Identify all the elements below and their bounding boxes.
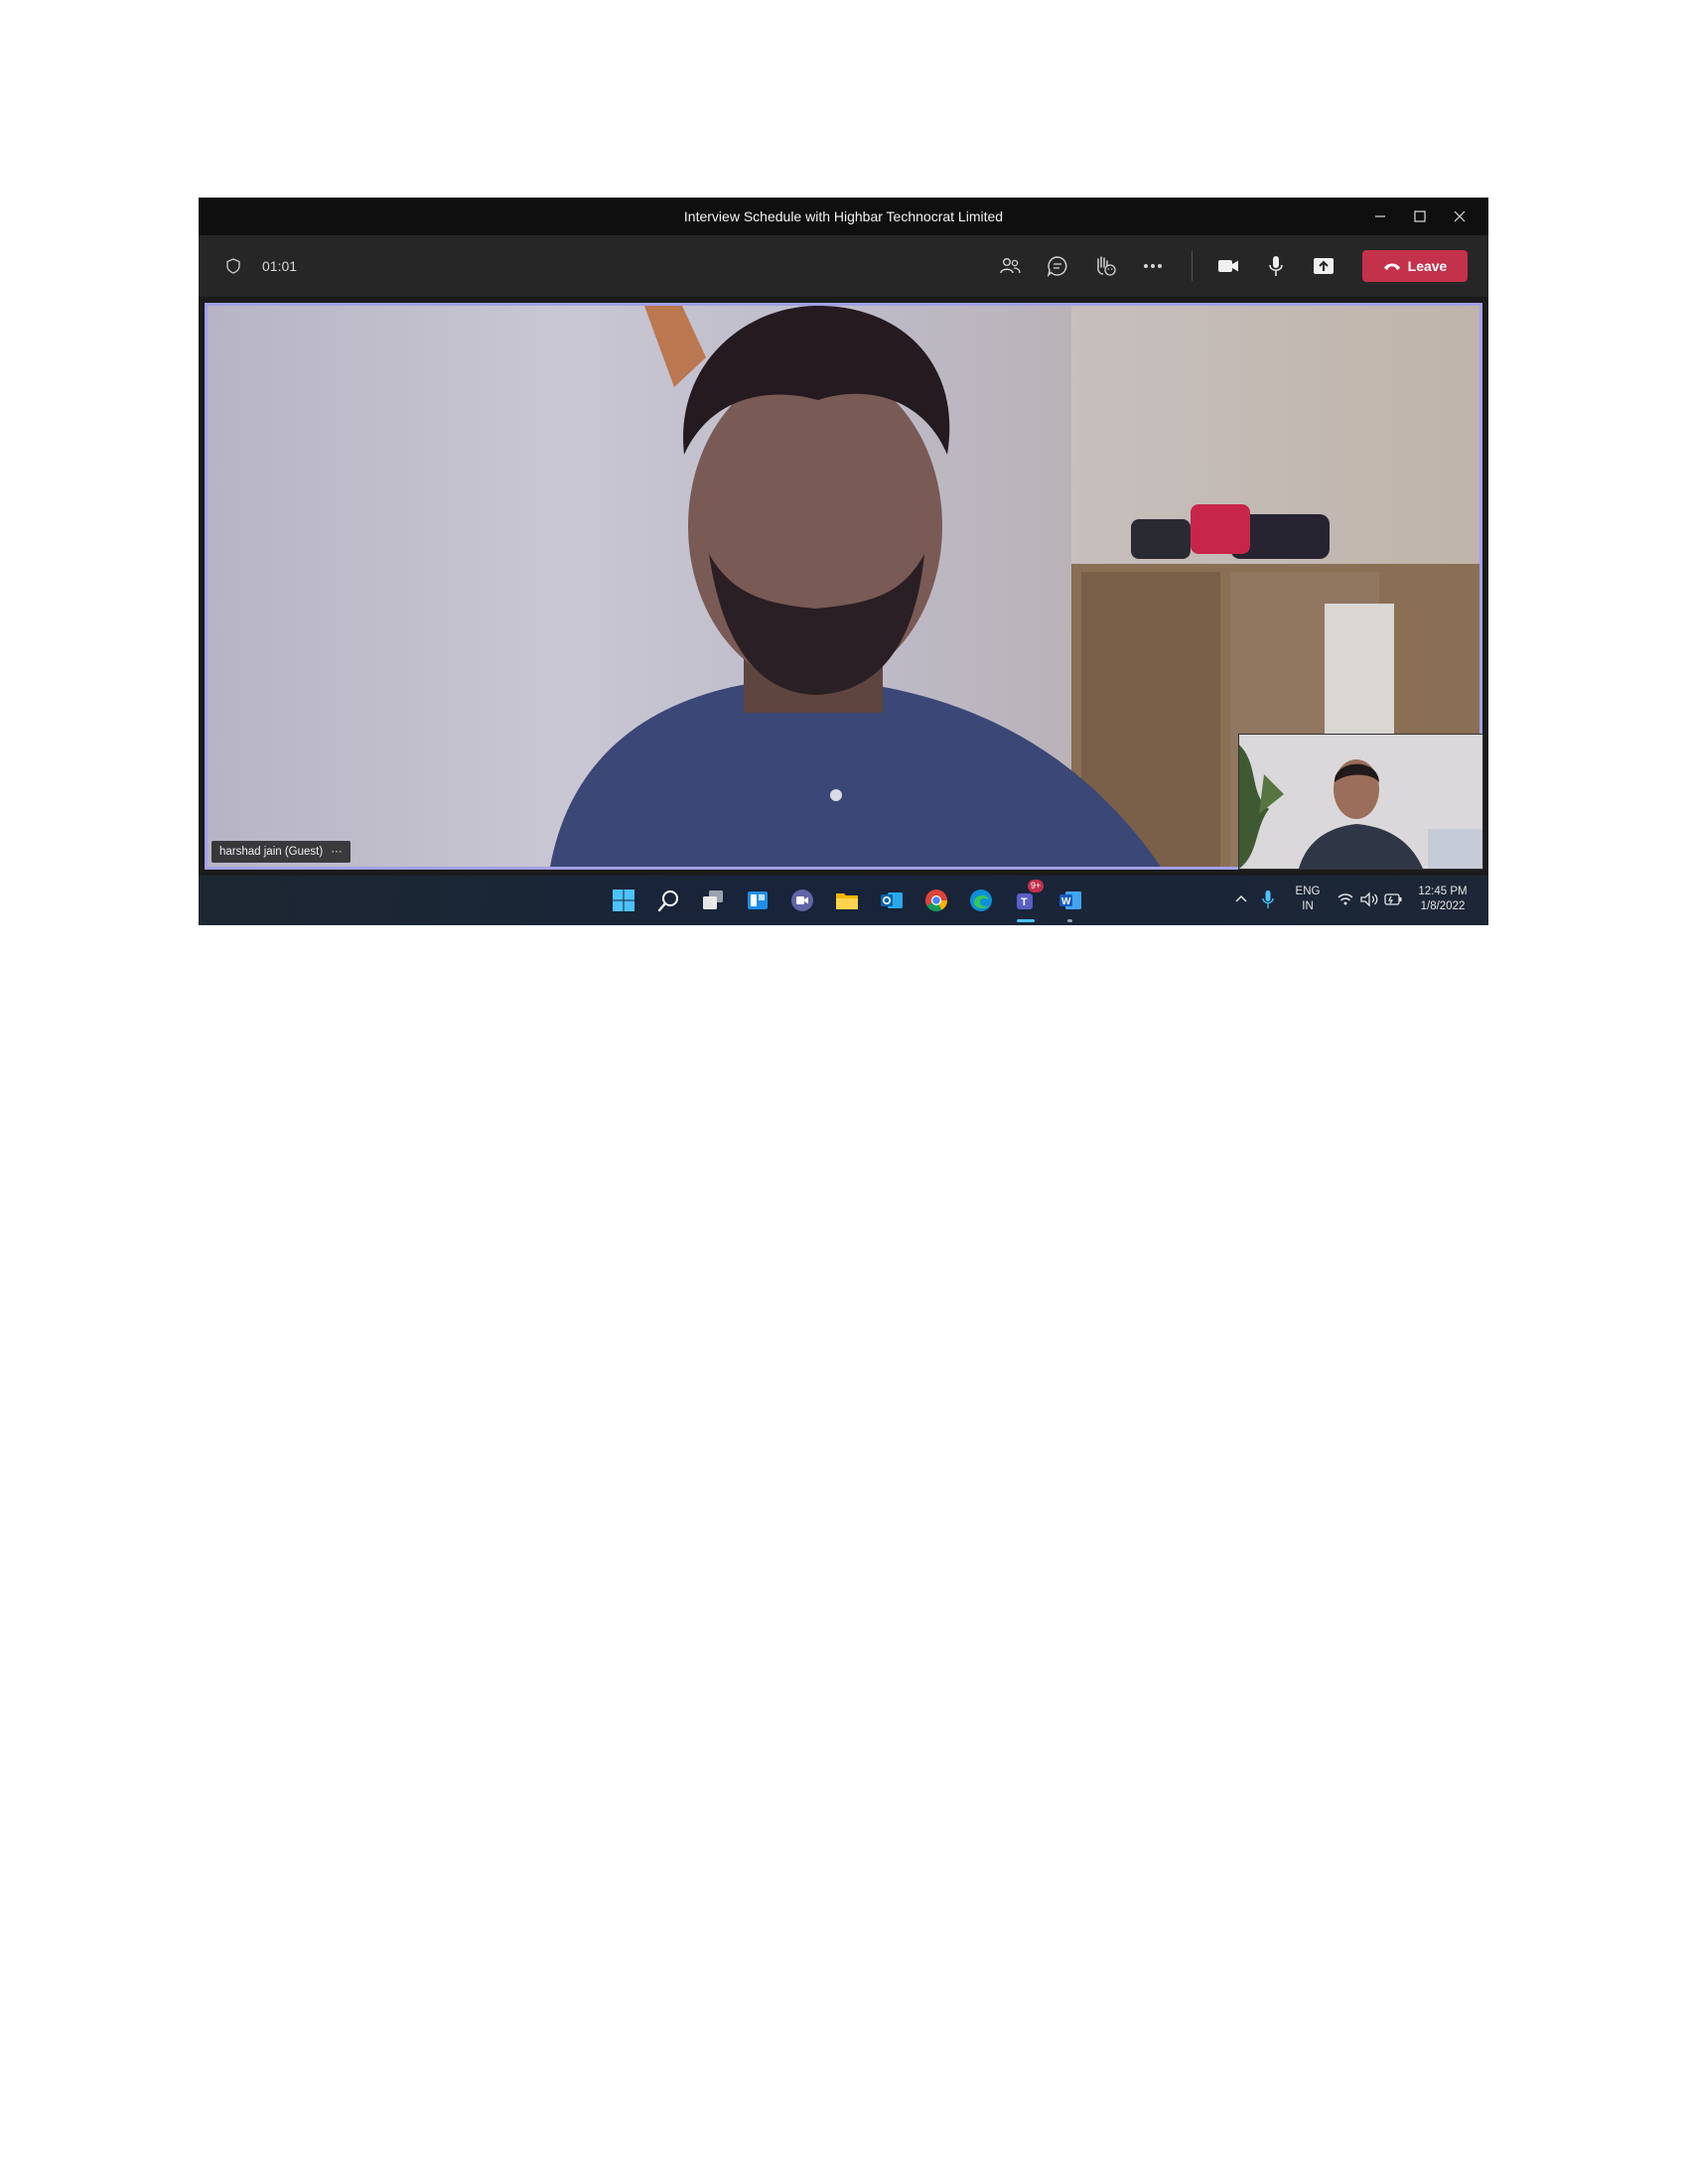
meeting-timer: 01:01 (262, 258, 298, 274)
more-options-button[interactable] (1137, 250, 1169, 282)
maximize-icon (1414, 210, 1426, 222)
leave-button[interactable]: Leave (1362, 250, 1468, 282)
task-view-button[interactable] (698, 886, 728, 915)
show-hidden-icons-icon[interactable] (1234, 893, 1248, 903)
close-button[interactable] (1440, 198, 1479, 235)
share-screen-icon (1314, 258, 1334, 274)
minimize-button[interactable] (1360, 198, 1400, 235)
clock-time: 12:45 PM (1418, 886, 1468, 897)
participant-nameplate[interactable]: harshad jain (Guest) ··· (211, 841, 351, 863)
participant-more-icon[interactable]: ··· (331, 846, 343, 858)
language-code: ENG (1295, 886, 1321, 897)
reactions-icon (1097, 256, 1116, 276)
microphone-in-use-icon[interactable] (1262, 889, 1274, 909)
camera-button[interactable] (1212, 250, 1244, 282)
word-running-indicator (1067, 919, 1072, 922)
teams-chat-button[interactable] (787, 886, 817, 915)
reactions-button[interactable] (1089, 250, 1121, 282)
outlook-button[interactable] (877, 886, 907, 915)
svg-text:T: T (1021, 896, 1028, 908)
chrome-icon (925, 889, 947, 911)
title-bar: Interview Schedule with Highbar Technocr… (199, 198, 1488, 235)
task-view-icon (703, 890, 723, 909)
svg-text:W: W (1061, 896, 1071, 907)
share-screen-button[interactable] (1308, 250, 1339, 282)
participants-button[interactable] (994, 250, 1026, 282)
search-icon (657, 890, 678, 912)
close-icon (1454, 210, 1466, 222)
phone-hangup-icon (1383, 263, 1400, 270)
outlook-icon (881, 892, 903, 908)
clock[interactable]: 12:45 PM 1/8/2022 (1410, 885, 1476, 914)
edge-button[interactable] (966, 886, 996, 915)
wifi-icon[interactable] (1337, 892, 1353, 906)
leave-label: Leave (1407, 258, 1448, 274)
search-button[interactable] (653, 886, 683, 915)
start-button[interactable] (609, 886, 638, 915)
word-button[interactable]: W (1055, 886, 1085, 922)
meeting-toolbar: 01:01 Leave (199, 235, 1488, 297)
minimize-icon (1375, 215, 1385, 217)
window-title: Interview Schedule with Highbar Technocr… (683, 208, 1004, 224)
microphone-icon (1269, 256, 1283, 276)
chat-icon (1047, 256, 1067, 277)
maximize-button[interactable] (1400, 198, 1440, 235)
teams-notification-badge: 9+ (1028, 880, 1045, 892)
file-explorer-icon (836, 893, 858, 909)
participant-name: harshad jain (Guest) (219, 846, 324, 858)
battery-icon[interactable] (1384, 892, 1402, 906)
edge-icon (970, 889, 992, 911)
teams-chat-icon (791, 889, 813, 911)
teams-button[interactable]: T 9+ (1011, 880, 1045, 922)
microphone-button[interactable] (1260, 250, 1292, 282)
input-language[interactable]: ENG IN (1292, 885, 1324, 914)
camera-icon (1218, 260, 1238, 272)
self-view-video[interactable] (1238, 734, 1483, 870)
clock-date: 1/8/2022 (1420, 900, 1466, 912)
shield-icon[interactable] (226, 258, 240, 274)
self-view-feed (1239, 735, 1482, 869)
windows-start-icon (613, 889, 634, 911)
widgets-button[interactable] (743, 886, 773, 915)
chat-button[interactable] (1042, 250, 1073, 282)
more-options-icon (1144, 264, 1162, 268)
teams-active-indicator (1017, 919, 1035, 922)
word-icon: W (1059, 891, 1081, 909)
volume-icon[interactable] (1360, 891, 1378, 907)
windows-taskbar: T 9+ W ENG IN 12:45 PM 1/8/2022 (199, 876, 1488, 925)
toolbar-divider (1192, 251, 1193, 281)
region-code: IN (1302, 900, 1314, 912)
teams-meeting-window: Interview Schedule with Highbar Technocr… (199, 198, 1488, 925)
file-explorer-button[interactable] (832, 886, 862, 915)
widgets-icon (748, 891, 768, 909)
participants-icon (1000, 258, 1021, 274)
chrome-button[interactable] (921, 886, 951, 915)
